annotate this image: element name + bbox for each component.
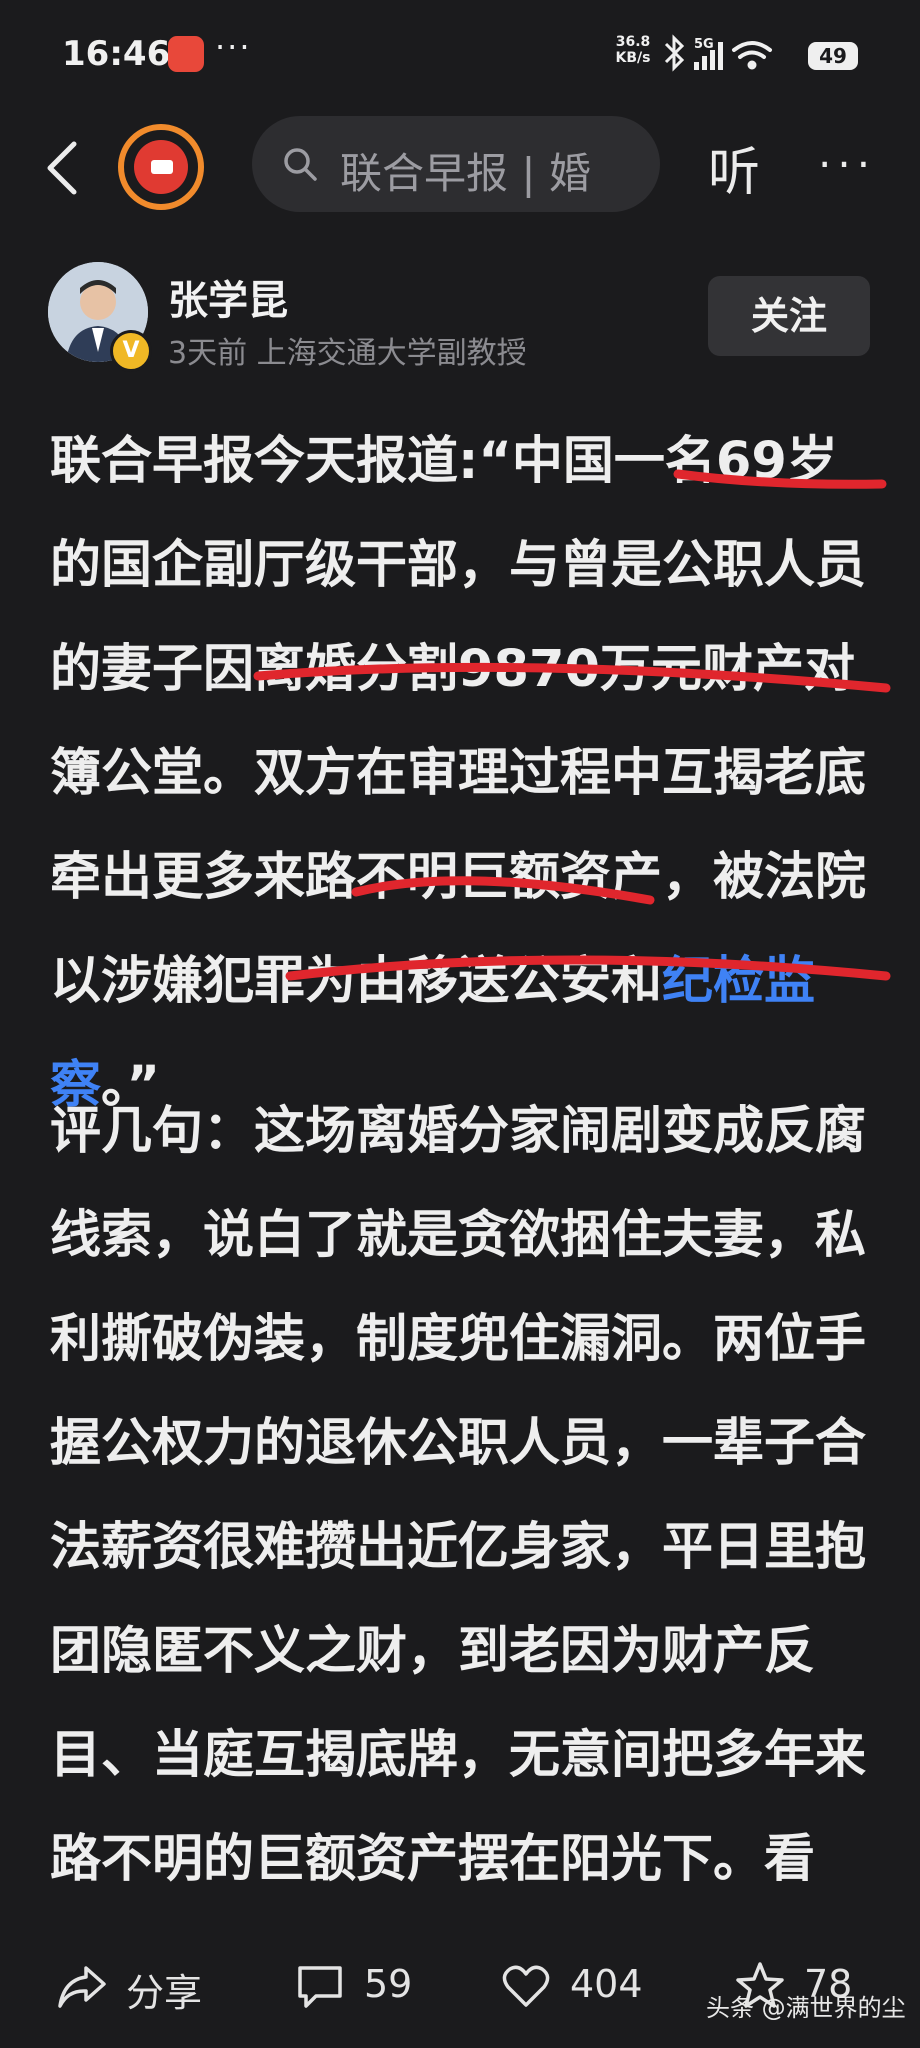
search-query: 联合早报 | 婚	[340, 149, 591, 198]
channel-avatar[interactable]	[118, 124, 204, 210]
like-button[interactable]: 404	[500, 1956, 680, 2016]
comments-button[interactable]: 59	[294, 1956, 444, 2016]
comments-count: 59	[364, 1962, 413, 2006]
follow-button[interactable]: 关注	[708, 276, 870, 356]
listen-button[interactable]: 听	[708, 130, 760, 205]
share-icon	[58, 1966, 106, 2008]
search-bar[interactable]: 联合早报 | 婚	[252, 116, 660, 212]
toutiao-watermark: 头条 @满世界的尘	[706, 1994, 906, 2022]
more-notifications-icon: ···	[215, 28, 252, 66]
article-body: 联合早报今天报道:“中国一名69岁的国企副厅级干部，与曾是公职人员的妻子因离婚分…	[50, 410, 870, 1138]
network-speed-unit: KB/s	[615, 50, 651, 66]
share-label: 分享	[126, 1971, 203, 2015]
bottom-action-bar: 分享 59 404 78 头条 @满世界的尘	[0, 1938, 920, 2048]
share-button[interactable]: 分享	[56, 1956, 236, 2016]
network-speed: 36.8 KB/s	[612, 34, 654, 66]
wifi-icon	[732, 41, 772, 70]
author-name[interactable]: 张学昆	[168, 268, 288, 326]
svg-text:5G: 5G	[694, 37, 714, 52]
article-commentary: 评几句：这场离婚分家闹剧变成反腐线索，说白了就是贪欲捆住夫妻，私利撕破伪装，制度…	[50, 1080, 870, 1912]
comment-icon	[298, 1966, 342, 2008]
battery-indicator: 49	[808, 42, 858, 70]
heart-icon	[502, 1965, 550, 2007]
verified-badge-icon: V	[110, 330, 152, 372]
back-icon[interactable]	[40, 138, 84, 198]
search-icon	[284, 148, 317, 181]
notification-app-icon	[168, 36, 204, 72]
author-row: V 张学昆 3天前 上海交通大学副教授 关注	[0, 262, 920, 372]
paragraph-quote: 联合早报今天报道:“中国一名69岁的国企副厅级干部，与曾是公职人员的妻子因离婚分…	[50, 410, 870, 1138]
quote-text: 联合早报今天报道:“中国一名69岁的国企副厅级干部，与曾是公职人员的妻子因离婚分…	[50, 432, 867, 1011]
status-time: 16:46	[62, 34, 171, 74]
status-bar: 16:46 ··· 36.8 KB/s 5G 49	[0, 0, 920, 110]
signal-5g-icon: 5G	[694, 37, 723, 70]
more-options-icon[interactable]: ···	[818, 140, 876, 189]
top-nav-bar: 联合早报 | 婚 听 ···	[0, 110, 920, 228]
author-meta: 3天前 上海交通大学副教授	[168, 336, 527, 371]
bluetooth-icon	[664, 34, 685, 72]
network-speed-value: 36.8	[615, 34, 651, 50]
likes-count: 404	[570, 1962, 643, 2006]
paragraph-commentary: 评几句：这场离婚分家闹剧变成反腐线索，说白了就是贪欲捆住夫妻，私利撕破伪装，制度…	[50, 1102, 867, 1889]
